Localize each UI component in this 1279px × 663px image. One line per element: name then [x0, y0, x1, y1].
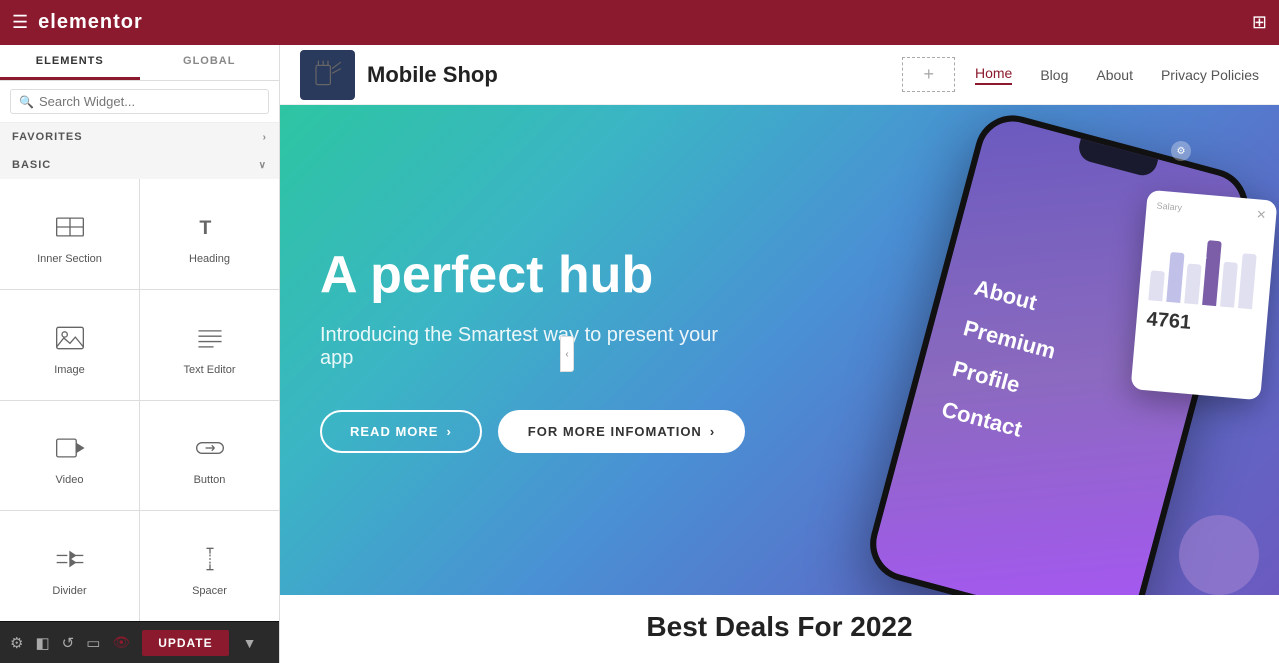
- nav-home[interactable]: Home: [975, 65, 1012, 85]
- phone-menu-premium: Premium: [961, 315, 1059, 364]
- favorites-label: FAVORITES: [12, 131, 83, 143]
- chart-overlay: ✕ Salary 4761: [1131, 190, 1278, 401]
- search-input[interactable]: [39, 94, 260, 109]
- chart-close-icon: ✕: [1256, 207, 1267, 222]
- sidebar-collapse-arrow[interactable]: ‹: [560, 336, 574, 372]
- read-more-button[interactable]: READ MORE ›: [320, 410, 482, 453]
- sidebar-tabs: ELEMENTS GLOBAL: [0, 45, 279, 81]
- main-layout: ELEMENTS GLOBAL 🔍 FAVORITES › BASIC ∨: [0, 45, 1279, 663]
- chart-value: 4761: [1146, 308, 1258, 340]
- more-info-label: FOR MORE INFOMATION: [528, 424, 702, 439]
- responsive-toolbar-icon[interactable]: ▭: [86, 634, 100, 652]
- search-icon: 🔍: [19, 95, 34, 109]
- sidebar: ELEMENTS GLOBAL 🔍 FAVORITES › BASIC ∨: [0, 45, 280, 663]
- button-icon: [192, 430, 228, 466]
- widget-text-editor[interactable]: Text Editor: [140, 290, 279, 400]
- tab-elements[interactable]: ELEMENTS: [0, 45, 140, 80]
- settings-toolbar-icon[interactable]: ⚙: [10, 634, 23, 652]
- basic-label: BASIC: [12, 159, 51, 171]
- widget-divider[interactable]: Divider: [0, 511, 139, 621]
- widget-button-label: Button: [194, 474, 226, 486]
- search-bar: 🔍: [0, 81, 279, 123]
- phone-close-icon: ✕: [1196, 245, 1209, 265]
- widget-video[interactable]: Video: [0, 401, 139, 511]
- hero-title: A perfect hub: [320, 247, 745, 304]
- hero-buttons: READ MORE › FOR MORE INFOMATION ›: [320, 410, 745, 453]
- more-info-icon: ›: [710, 424, 715, 439]
- widget-heading[interactable]: T Heading: [140, 179, 279, 289]
- favorites-chevron: ›: [263, 132, 267, 143]
- canvas-area: ‹: [280, 45, 1279, 663]
- widgets-grid: Inner Section T Heading: [0, 179, 279, 621]
- widget-spacer-label: Spacer: [192, 585, 227, 597]
- tab-global[interactable]: GLOBAL: [140, 45, 280, 80]
- heading-icon: T: [192, 209, 228, 245]
- phone-settings-icon: ⚙: [1171, 141, 1191, 161]
- hero-content: A perfect hub Introducing the Smartest w…: [280, 247, 785, 453]
- svg-text:T: T: [199, 217, 211, 239]
- favorites-section-header[interactable]: FAVORITES ›: [0, 123, 279, 151]
- phone-notch: [1076, 139, 1158, 179]
- site-name: Mobile Shop: [367, 62, 498, 88]
- widget-inner-section[interactable]: Inner Section: [0, 179, 139, 289]
- read-more-icon: ›: [446, 424, 451, 439]
- hero-subtitle: Introducing the Smartest way to present …: [320, 324, 740, 370]
- more-info-button[interactable]: FOR MORE INFOMATION ›: [498, 410, 745, 453]
- layers-toolbar-icon[interactable]: ◧: [35, 634, 49, 652]
- phone-menu-profile: Profile: [950, 356, 1048, 405]
- image-icon: [52, 320, 88, 356]
- inner-section-icon: [52, 209, 88, 245]
- phone-menu-contact: Contact: [939, 396, 1037, 445]
- add-column-button[interactable]: +: [902, 57, 955, 92]
- nav-privacy[interactable]: Privacy Policies: [1161, 67, 1259, 83]
- widget-video-label: Video: [56, 474, 84, 486]
- logo-icon: [300, 50, 355, 100]
- divider-icon: [52, 541, 88, 577]
- widget-image-label: Image: [54, 364, 85, 376]
- widget-heading-label: Heading: [189, 253, 230, 265]
- widget-inner-section-label: Inner Section: [37, 253, 102, 265]
- phone-menu: About Premium Profile Contact: [939, 275, 1069, 446]
- nav-blog[interactable]: Blog: [1040, 67, 1068, 83]
- hero-section: A perfect hub Introducing the Smartest w…: [280, 105, 1279, 595]
- nav-about[interactable]: About: [1096, 67, 1133, 83]
- chart-label: Salary: [1156, 201, 1266, 221]
- circle-decoration: [1179, 515, 1259, 595]
- basic-chevron: ∨: [259, 160, 267, 171]
- best-deals-title: Best Deals For 2022: [646, 611, 912, 643]
- widget-text-editor-label: Text Editor: [184, 364, 236, 376]
- eye-toolbar-icon[interactable]: 👁: [112, 634, 130, 651]
- chart-bars: [1148, 220, 1265, 309]
- video-icon: [52, 430, 88, 466]
- widget-divider-label: Divider: [52, 585, 86, 597]
- read-more-label: READ MORE: [350, 424, 438, 439]
- spacer-icon: [192, 541, 228, 577]
- phone-mockup-area: About Premium Profile Contact ✕ Salary: [719, 115, 1279, 595]
- elementor-logo: elementor: [38, 11, 143, 34]
- history-toolbar-icon[interactable]: ↺: [62, 634, 75, 652]
- best-deals-section: Best Deals For 2022: [280, 595, 1279, 658]
- text-editor-icon: [192, 320, 228, 356]
- basic-section-header[interactable]: BASIC ∨: [0, 151, 279, 179]
- phone-menu-about: About: [971, 275, 1069, 324]
- widget-image[interactable]: Image: [0, 290, 139, 400]
- update-button[interactable]: UPDATE: [142, 630, 228, 656]
- hamburger-icon[interactable]: ☰: [12, 12, 28, 33]
- top-bar: ☰ elementor ⊞: [0, 0, 1279, 45]
- grid-icon[interactable]: ⊞: [1252, 12, 1267, 33]
- toolbar-arrow-icon[interactable]: ▼: [243, 635, 257, 651]
- site-nav: Home Blog About Privacy Policies: [975, 65, 1259, 85]
- website-header: Mobile Shop + Home Blog About Privacy Po…: [280, 45, 1279, 105]
- widget-spacer[interactable]: Spacer: [140, 511, 279, 621]
- widget-button[interactable]: Button: [140, 401, 279, 511]
- site-logo: Mobile Shop: [300, 50, 882, 100]
- bottom-toolbar: ⚙ ◧ ↺ ▭ 👁 UPDATE ▼: [0, 621, 279, 663]
